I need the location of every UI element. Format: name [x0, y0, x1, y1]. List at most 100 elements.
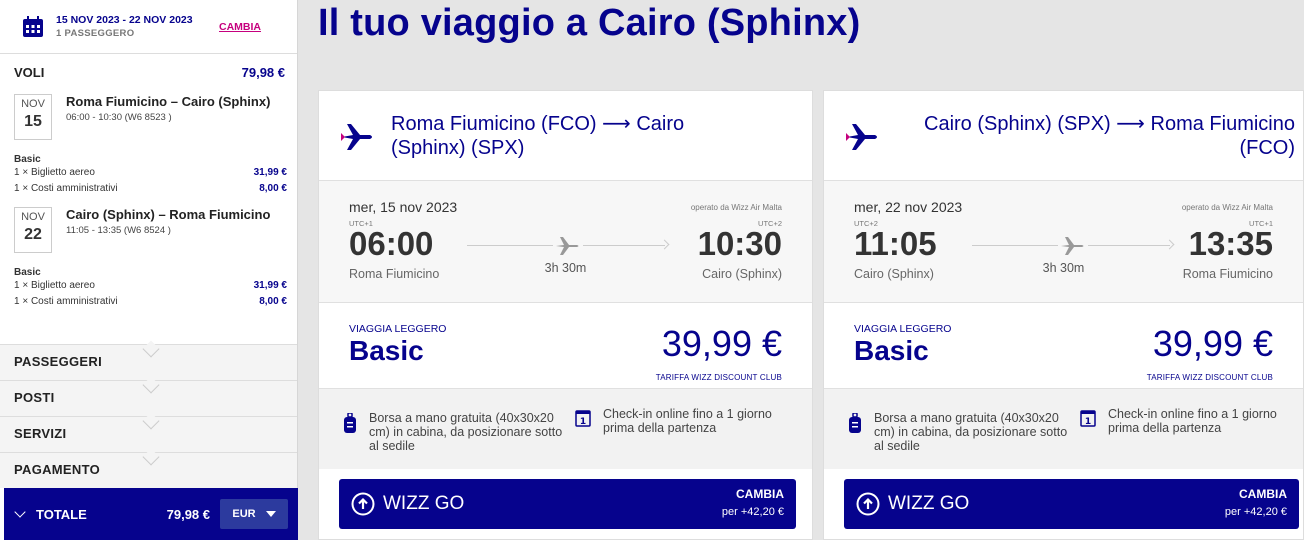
departure-time: 06:00 [349, 225, 434, 262]
price-line-label: 1 × Costi amministrativi [14, 296, 118, 307]
cabin-bag-icon [344, 413, 356, 433]
flight-schedule: mer, 15 nov 2023 operato da Wizz Air Mal… [319, 181, 812, 303]
date-range: 15 NOV 2023 - 22 NOV 2023 [56, 13, 193, 26]
outbound-fare-breakdown: Basic 1 × Biglietto aereo 31,99 € 1 × Co… [0, 154, 297, 199]
upgrade-change-label: CAMBIA [736, 487, 784, 501]
trip-dates: 15 NOV 2023 - 22 NOV 2023 1 PASSEGGERO [56, 14, 219, 40]
airplane-icon [1061, 237, 1084, 255]
flight-schedule: mer, 22 nov 2023 operato da Wizz Air Mal… [824, 181, 1303, 303]
checkin-feature: Check-in online fino a 1 giorno prima de… [1108, 407, 1277, 435]
trip-dates-header: 15 NOV 2023 - 22 NOV 2023 1 PASSEGGERO C… [0, 0, 297, 54]
fare-tagline: VIAGGIA LEGGERO [854, 323, 952, 335]
card-header: Roma Fiumicino (FCO) ⟶ Cairo (Sphinx) (S… [319, 91, 812, 181]
fare-features: Borsa a mano gratuita (40x30x20 cm) in c… [824, 389, 1303, 469]
section-seats[interactable]: POSTI [0, 376, 297, 416]
flight-date: mer, 15 nov 2023 [349, 199, 458, 215]
fare-name: Basic [854, 335, 929, 366]
arrival-time: 13:35 [1188, 225, 1273, 262]
card-header: Cairo (Sphinx) (SPX) ⟶ Roma Fiumicino (F… [824, 91, 1303, 181]
fare-name: Basic [14, 154, 41, 165]
chevron-down-icon [142, 448, 160, 466]
arrival-airport: Cairo (Sphinx) [702, 267, 782, 281]
flight-date-box: NOV 22 [14, 207, 52, 253]
upgrade-label: WIZZ GO [888, 493, 970, 514]
return-flight-card: Cairo (Sphinx) (SPX) ⟶ Roma Fiumicino (F… [823, 90, 1304, 540]
price-line-amount: 31,99 € [253, 167, 287, 178]
flights-label: VOLI [14, 65, 45, 80]
discount-club-note: TARIFFA WIZZ DISCOUNT CLUB [1146, 373, 1273, 382]
fare-tagline: VIAGGIA LEGGERO [349, 323, 447, 335]
arrow-right-icon [659, 239, 670, 250]
outbound-flight-summary: NOV 15 Roma Fiumicino – Cairo (Sphinx) 0… [0, 84, 297, 154]
flight-month: NOV [21, 98, 45, 110]
flight-month: NOV [21, 211, 45, 223]
flight-times: 11:05 - 13:35 (W6 8524 ) [66, 225, 171, 236]
departure-airport: Roma Fiumicino [349, 267, 440, 281]
price-line: 1 × Biglietto aereo 31,99 € [14, 280, 287, 296]
svg-text:1: 1 [580, 417, 586, 427]
card-route: Cairo (Sphinx) (SPX) ⟶ Roma Fiumicino (F… [924, 113, 1295, 159]
section-services[interactable]: SERVIZI [0, 412, 297, 452]
flights-total: 79,98 € [241, 65, 285, 80]
upgrade-label: WIZZ GO [383, 493, 465, 514]
flight-date: mer, 22 nov 2023 [854, 199, 963, 215]
calendar-icon [23, 15, 43, 37]
flight-day: 22 [24, 226, 42, 243]
flight-date-box: NOV 15 [14, 94, 52, 140]
svg-text:1: 1 [1085, 417, 1091, 427]
section-passengers[interactable]: PASSEGGERI [0, 340, 297, 380]
discount-club-note: TARIFFA WIZZ DISCOUNT CLUB [655, 373, 782, 382]
arrow-up-circle-icon [351, 492, 375, 516]
total-amount: 79,98 € [166, 506, 210, 522]
price-line: 1 × Costi amministrativi 8,00 € [14, 296, 287, 312]
price-line-label: 1 × Biglietto aereo [14, 167, 95, 178]
fare-name: Basic [349, 335, 424, 366]
flight-day: 15 [24, 113, 42, 130]
flight-route: Roma Fiumicino – Cairo (Sphinx) [66, 94, 271, 109]
booking-steps-accordion: PASSEGGERI POSTI SERVIZI PAGAMENTO [0, 340, 297, 488]
price-line-label: 1 × Biglietto aereo [14, 280, 95, 291]
route-line [1088, 245, 1170, 246]
currency-value: EUR [232, 508, 256, 520]
return-flight-summary: NOV 22 Cairo (Sphinx) – Roma Fiumicino 1… [0, 199, 297, 267]
upgrade-extra-price: per +42,20 € [721, 506, 784, 518]
fare-block: VIAGGIA LEGGERO Basic 39,99 € TARIFFA WI… [824, 303, 1303, 389]
arrow-up-circle-icon [856, 492, 880, 516]
checkin-calendar-icon: 1 [575, 410, 591, 427]
passenger-count: 1 PASSEGGERO [56, 27, 135, 39]
section-label: SERVIZI [14, 426, 67, 441]
price-line-amount: 31,99 € [253, 280, 287, 291]
currency-select[interactable]: EUR [220, 499, 288, 529]
arrow-right-icon [1164, 239, 1175, 250]
section-label: PASSEGGERI [14, 354, 103, 369]
departure-time: 11:05 [854, 225, 937, 262]
section-payment[interactable]: PAGAMENTO [0, 448, 297, 488]
dropdown-triangle-icon [265, 511, 276, 517]
total-label: TOTALE [36, 506, 87, 522]
fare-price: 39,99 € [1152, 323, 1273, 364]
fare-features: Borsa a mano gratuita (40x30x20 cm) in c… [319, 389, 812, 469]
flight-times: 06:00 - 10:30 (W6 8523 ) [66, 112, 172, 123]
route-line [467, 245, 553, 246]
card-route: Roma Fiumicino (FCO) ⟶ Cairo (Sphinx) (S… [391, 113, 685, 159]
upgrade-change-label: CAMBIA [1239, 487, 1287, 501]
operator-note: operato da Wizz Air Malta [1181, 203, 1273, 212]
page-title: Il tuo viaggio a Cairo (Sphinx) [318, 2, 861, 44]
change-dates-link[interactable]: CAMBIA [219, 21, 261, 33]
fare-name: Basic [14, 267, 41, 278]
route-line [972, 245, 1058, 246]
airplane-icon [341, 124, 372, 150]
wizz-go-upgrade-button[interactable]: WIZZ GO CAMBIA per +42,20 € [844, 479, 1299, 529]
price-line-amount: 8,00 € [259, 183, 287, 194]
arrival-airport: Roma Fiumicino [1182, 267, 1273, 281]
fare-price: 39,99 € [661, 323, 782, 364]
airplane-icon [846, 124, 877, 150]
flights-summary-header: VOLI 79,98 € [0, 54, 297, 84]
wizz-go-upgrade-button[interactable]: WIZZ GO CAMBIA per +42,20 € [339, 479, 796, 529]
price-line: 1 × Costi amministrativi 8,00 € [14, 183, 287, 199]
arrival-time: 10:30 [697, 225, 782, 262]
total-bar[interactable]: TOTALE 79,98 € EUR [4, 488, 298, 540]
checkin-calendar-icon: 1 [1080, 410, 1096, 427]
section-label: PAGAMENTO [14, 462, 101, 477]
cabin-bag-feature: Borsa a mano gratuita (40x30x20 cm) in c… [874, 411, 1068, 453]
